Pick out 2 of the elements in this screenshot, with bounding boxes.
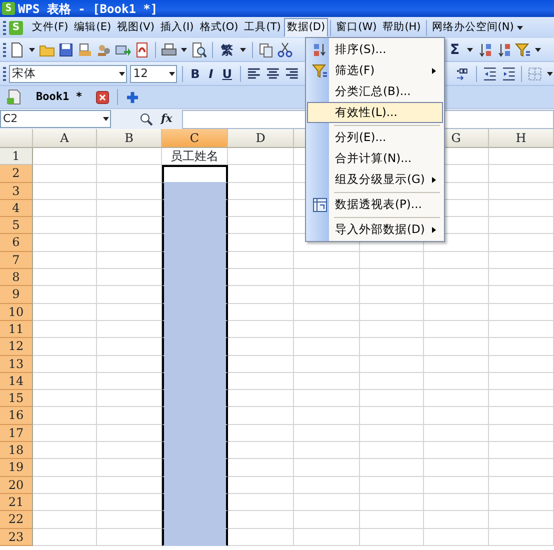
- window-title: WPS 表格 - [Book1 *]: [18, 0, 158, 18]
- app-logo: S: [2, 2, 15, 15]
